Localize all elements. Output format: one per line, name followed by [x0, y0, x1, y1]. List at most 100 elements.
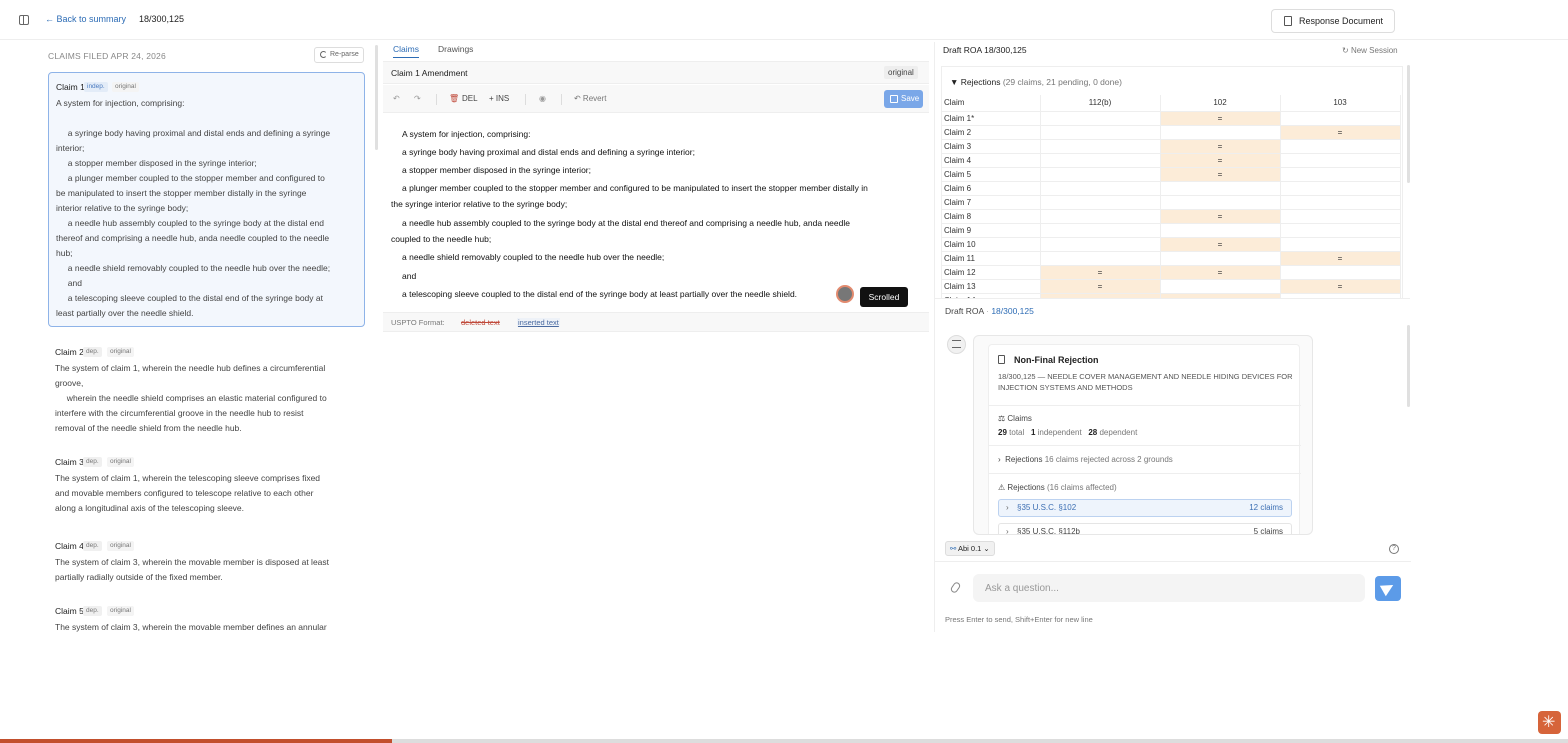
- sidebar-toggle-icon[interactable]: [19, 15, 29, 25]
- assistant-avatar: [947, 335, 966, 354]
- top-bar: ← Back to summary 18/300,125 Response Do…: [0, 0, 1568, 40]
- ground-row-102[interactable]: › §35 U.S.C. §102 12 claims: [998, 499, 1292, 517]
- table-row[interactable]: Claim 11 =: [942, 251, 1401, 266]
- amendment-paragraph[interactable]: a needle shield removably coupled to the…: [402, 249, 932, 265]
- amendment-paragraph[interactable]: a syringe body having proximal and dista…: [402, 144, 932, 160]
- claim-text-line: a plunger member coupled to the stopper …: [56, 173, 325, 183]
- roa-header: Draft ROA 18/300,125: [943, 45, 1027, 55]
- back-to-summary-link[interactable]: ← Back to summary: [45, 14, 126, 24]
- table-row[interactable]: Claim 12 = =: [942, 265, 1401, 280]
- claim-cell: Claim 8: [942, 209, 1041, 224]
- claim-type-badge: dep.: [83, 457, 102, 467]
- chat-header-link[interactable]: 18/300,125: [991, 306, 1034, 316]
- claim-item[interactable]: Claim 3 dep. original The system of claim 1…: [48, 448, 365, 518]
- table-row[interactable]: Claim 4 =: [942, 153, 1401, 168]
- rejection-cell: =: [1040, 279, 1161, 294]
- rejection-cell: [1040, 237, 1161, 252]
- delete-button[interactable]: DEL: [462, 94, 478, 103]
- claim-item[interactable]: Claim 2 dep. original The system of claim 1…: [48, 338, 365, 433]
- table-row[interactable]: Claim 9: [942, 223, 1401, 238]
- progress-bar: [0, 739, 1568, 743]
- amendment-paragraph[interactable]: a stopper member disposed in the syringe…: [402, 162, 932, 178]
- rejections-toggle[interactable]: ▼ Rejections (29 claims, 21 pending, 0 d…: [950, 77, 1122, 87]
- rejection-cell: [1280, 167, 1401, 182]
- amendment-paragraph[interactable]: A system for injection, comprising:: [402, 126, 932, 142]
- rejections-summary-label: Rejections: [1005, 455, 1043, 464]
- send-button[interactable]: [1375, 576, 1401, 601]
- table-row[interactable]: Claim 5 =: [942, 167, 1401, 182]
- claims-section-label: ⚖ Claims: [998, 414, 1032, 423]
- insert-button[interactable]: + INS: [489, 94, 509, 103]
- uspto-format-legend: USPTO Format: deleted text inserted text: [383, 312, 929, 332]
- rejection-cell: =: [1160, 111, 1281, 126]
- eye-icon[interactable]: ◉: [539, 94, 546, 103]
- claim-cell: Claim 7: [942, 195, 1041, 210]
- save-button[interactable]: Save: [884, 90, 923, 108]
- model-selector[interactable]: ⚯ Abi 0.1 ⌄: [945, 541, 995, 556]
- rejection-cell: [1040, 139, 1161, 154]
- new-session-button[interactable]: ↻ New Session: [1342, 46, 1398, 55]
- table-row[interactable]: Claim 13 = =: [942, 279, 1401, 294]
- question-input[interactable]: [973, 574, 1365, 602]
- undo-icon[interactable]: ↶: [393, 94, 400, 103]
- rejection-cell: =: [1160, 209, 1281, 224]
- amendment-paragraph[interactable]: a plunger member coupled to the stopper …: [402, 180, 932, 196]
- reparse-button[interactable]: Re-parse: [314, 47, 364, 63]
- document-icon: [998, 355, 1005, 364]
- rejection-cell: [1160, 195, 1281, 210]
- rejection-cell: [1280, 223, 1401, 238]
- trash-icon: 🗑: [449, 94, 460, 103]
- claim-item[interactable]: Claim 4 dep. original The system of claim 3…: [48, 532, 365, 582]
- assistant-launcher-icon[interactable]: [1538, 711, 1561, 734]
- table-row[interactable]: Claim 6: [942, 181, 1401, 196]
- amendment-paragraph[interactable]: the syringe interior relative to the syr…: [391, 196, 921, 212]
- tab-claims[interactable]: Claims: [393, 44, 419, 58]
- amendment-paragraph[interactable]: and: [402, 268, 932, 284]
- ground-row-112b[interactable]: › §35 U.S.C. §112b 5 claims: [998, 523, 1292, 534]
- claim-status-badge: original: [107, 606, 134, 616]
- save-label: Save: [901, 94, 920, 103]
- rejection-cell: [1040, 195, 1161, 210]
- table-row[interactable]: Claim 2 =: [942, 125, 1401, 140]
- claim-text-line: groove,: [55, 378, 84, 388]
- rejection-card-body: Non-Final Rejection 18/300,125 — NEEDLE …: [988, 344, 1301, 534]
- claim-text-line: The system of claim 1, wherein the teles…: [55, 473, 321, 483]
- rejection-cell: =: [1160, 153, 1281, 168]
- rejection-cell: =: [1160, 139, 1281, 154]
- response-document-button[interactable]: Response Document: [1271, 9, 1395, 33]
- claims-scrollbar[interactable]: [375, 45, 378, 150]
- table-row[interactable]: Claim 3 =: [942, 139, 1401, 154]
- claim-title: Claim 5: [55, 606, 84, 616]
- scrolled-tooltip: Scrolled: [860, 287, 908, 307]
- table-row[interactable]: Claim 10 =: [942, 237, 1401, 252]
- paperclip-icon[interactable]: [949, 580, 962, 595]
- claim-text-line: removal of the needle shield from the ne…: [55, 423, 242, 433]
- rejection-cell: =: [1160, 237, 1281, 252]
- revert-button[interactable]: ↶ Revert: [574, 94, 607, 103]
- amendment-paragraph[interactable]: coupled to the needle hub;: [391, 231, 921, 247]
- claim-status-badge: original: [107, 541, 134, 551]
- help-icon[interactable]: ?: [1389, 544, 1399, 554]
- claim-cell: Claim 4: [942, 153, 1041, 168]
- table-row[interactable]: Claim 7: [942, 195, 1401, 210]
- amendment-paragraph[interactable]: a needle hub assembly coupled to the syr…: [402, 215, 932, 231]
- roa-scrollbar[interactable]: [1407, 65, 1410, 183]
- claim-text-line: a syringe body having proximal and dista…: [56, 128, 331, 138]
- redo-icon[interactable]: ↷: [414, 94, 421, 103]
- editor-tabs: Claims Drawings: [383, 42, 929, 62]
- uspto-label: USPTO Format:: [391, 318, 445, 327]
- table-row[interactable]: Claim 8 =: [942, 209, 1401, 224]
- claim-title: Claim 2: [55, 347, 84, 357]
- save-icon: [890, 95, 898, 103]
- claim-item[interactable]: Claim 5 dep. original The system of claim 3…: [48, 597, 365, 632]
- deleted-text-sample: deleted text: [461, 318, 500, 327]
- rejection-cell: =: [1280, 251, 1401, 266]
- rejection-cell: =: [1280, 125, 1401, 140]
- rejections-summary[interactable]: › Rejections 16 claims rejected across 2…: [989, 445, 1301, 473]
- table-row[interactable]: Claim 1* =: [942, 111, 1401, 126]
- claim-item[interactable]: Claim 1 indep. original A system for inject…: [48, 72, 365, 327]
- chat-scrollbar[interactable]: [1407, 325, 1410, 407]
- rejection-cell: =: [1040, 265, 1161, 280]
- tab-drawings[interactable]: Drawings: [438, 44, 473, 54]
- claim-text-line: be manipulated to insert the stopper mem…: [56, 188, 307, 198]
